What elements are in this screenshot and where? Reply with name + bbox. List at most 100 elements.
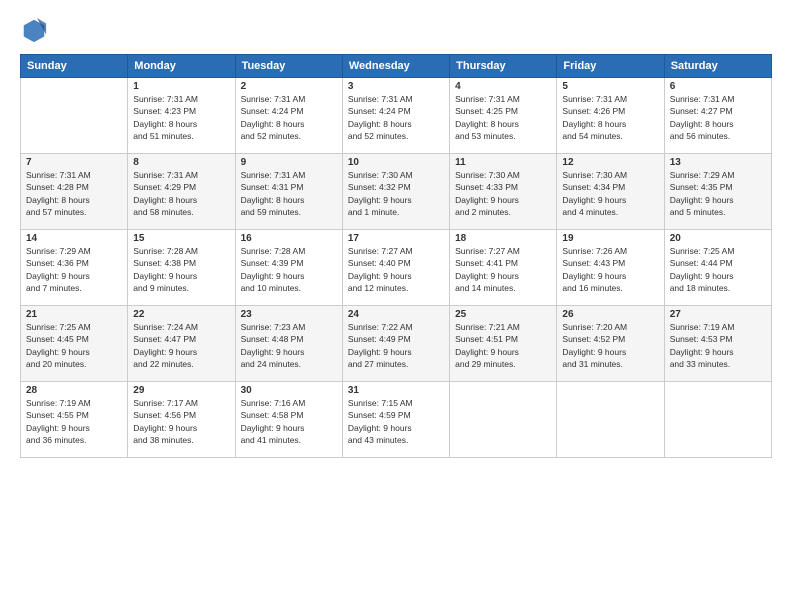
day-cell: 21Sunrise: 7:25 AM Sunset: 4:45 PM Dayli…	[21, 306, 128, 382]
day-number: 28	[26, 385, 122, 396]
day-cell: 23Sunrise: 7:23 AM Sunset: 4:48 PM Dayli…	[235, 306, 342, 382]
day-info: Sunrise: 7:31 AM Sunset: 4:31 PM Dayligh…	[241, 169, 337, 218]
week-row-3: 14Sunrise: 7:29 AM Sunset: 4:36 PM Dayli…	[21, 230, 772, 306]
day-info: Sunrise: 7:15 AM Sunset: 4:59 PM Dayligh…	[348, 397, 444, 446]
day-cell: 6Sunrise: 7:31 AM Sunset: 4:27 PM Daylig…	[664, 78, 771, 154]
day-header-tuesday: Tuesday	[235, 55, 342, 78]
day-info: Sunrise: 7:31 AM Sunset: 4:26 PM Dayligh…	[562, 93, 658, 142]
day-cell: 17Sunrise: 7:27 AM Sunset: 4:40 PM Dayli…	[342, 230, 449, 306]
day-number: 5	[562, 81, 658, 92]
day-number: 30	[241, 385, 337, 396]
day-info: Sunrise: 7:21 AM Sunset: 4:51 PM Dayligh…	[455, 321, 551, 370]
day-number: 13	[670, 157, 766, 168]
day-cell: 11Sunrise: 7:30 AM Sunset: 4:33 PM Dayli…	[450, 154, 557, 230]
day-number: 7	[26, 157, 122, 168]
day-number: 21	[26, 309, 122, 320]
week-row-1: 1Sunrise: 7:31 AM Sunset: 4:23 PM Daylig…	[21, 78, 772, 154]
day-cell: 14Sunrise: 7:29 AM Sunset: 4:36 PM Dayli…	[21, 230, 128, 306]
day-cell	[450, 382, 557, 458]
day-info: Sunrise: 7:27 AM Sunset: 4:40 PM Dayligh…	[348, 245, 444, 294]
day-info: Sunrise: 7:31 AM Sunset: 4:27 PM Dayligh…	[670, 93, 766, 142]
day-info: Sunrise: 7:31 AM Sunset: 4:24 PM Dayligh…	[348, 93, 444, 142]
week-row-5: 28Sunrise: 7:19 AM Sunset: 4:55 PM Dayli…	[21, 382, 772, 458]
day-number: 31	[348, 385, 444, 396]
day-cell: 29Sunrise: 7:17 AM Sunset: 4:56 PM Dayli…	[128, 382, 235, 458]
day-header-monday: Monday	[128, 55, 235, 78]
day-cell: 3Sunrise: 7:31 AM Sunset: 4:24 PM Daylig…	[342, 78, 449, 154]
day-number: 1	[133, 81, 229, 92]
day-cell: 5Sunrise: 7:31 AM Sunset: 4:26 PM Daylig…	[557, 78, 664, 154]
day-cell: 12Sunrise: 7:30 AM Sunset: 4:34 PM Dayli…	[557, 154, 664, 230]
page: SundayMondayTuesdayWednesdayThursdayFrid…	[0, 0, 792, 612]
day-number: 6	[670, 81, 766, 92]
day-number: 17	[348, 233, 444, 244]
week-row-4: 21Sunrise: 7:25 AM Sunset: 4:45 PM Dayli…	[21, 306, 772, 382]
day-cell: 26Sunrise: 7:20 AM Sunset: 4:52 PM Dayli…	[557, 306, 664, 382]
day-cell: 10Sunrise: 7:30 AM Sunset: 4:32 PM Dayli…	[342, 154, 449, 230]
day-header-wednesday: Wednesday	[342, 55, 449, 78]
day-info: Sunrise: 7:31 AM Sunset: 4:25 PM Dayligh…	[455, 93, 551, 142]
day-info: Sunrise: 7:31 AM Sunset: 4:23 PM Dayligh…	[133, 93, 229, 142]
day-info: Sunrise: 7:16 AM Sunset: 4:58 PM Dayligh…	[241, 397, 337, 446]
day-cell: 16Sunrise: 7:28 AM Sunset: 4:39 PM Dayli…	[235, 230, 342, 306]
day-cell: 8Sunrise: 7:31 AM Sunset: 4:29 PM Daylig…	[128, 154, 235, 230]
day-number: 25	[455, 309, 551, 320]
day-number: 24	[348, 309, 444, 320]
day-info: Sunrise: 7:25 AM Sunset: 4:45 PM Dayligh…	[26, 321, 122, 370]
day-cell: 22Sunrise: 7:24 AM Sunset: 4:47 PM Dayli…	[128, 306, 235, 382]
days-header-row: SundayMondayTuesdayWednesdayThursdayFrid…	[21, 55, 772, 78]
day-number: 12	[562, 157, 658, 168]
day-info: Sunrise: 7:30 AM Sunset: 4:34 PM Dayligh…	[562, 169, 658, 218]
day-info: Sunrise: 7:30 AM Sunset: 4:32 PM Dayligh…	[348, 169, 444, 218]
day-number: 4	[455, 81, 551, 92]
day-cell: 19Sunrise: 7:26 AM Sunset: 4:43 PM Dayli…	[557, 230, 664, 306]
day-header-friday: Friday	[557, 55, 664, 78]
day-info: Sunrise: 7:24 AM Sunset: 4:47 PM Dayligh…	[133, 321, 229, 370]
day-number: 23	[241, 309, 337, 320]
day-info: Sunrise: 7:31 AM Sunset: 4:29 PM Dayligh…	[133, 169, 229, 218]
day-cell: 31Sunrise: 7:15 AM Sunset: 4:59 PM Dayli…	[342, 382, 449, 458]
day-number: 27	[670, 309, 766, 320]
day-cell: 27Sunrise: 7:19 AM Sunset: 4:53 PM Dayli…	[664, 306, 771, 382]
day-cell: 2Sunrise: 7:31 AM Sunset: 4:24 PM Daylig…	[235, 78, 342, 154]
day-number: 14	[26, 233, 122, 244]
day-cell: 18Sunrise: 7:27 AM Sunset: 4:41 PM Dayli…	[450, 230, 557, 306]
day-header-thursday: Thursday	[450, 55, 557, 78]
day-info: Sunrise: 7:20 AM Sunset: 4:52 PM Dayligh…	[562, 321, 658, 370]
day-cell: 30Sunrise: 7:16 AM Sunset: 4:58 PM Dayli…	[235, 382, 342, 458]
day-info: Sunrise: 7:19 AM Sunset: 4:53 PM Dayligh…	[670, 321, 766, 370]
day-info: Sunrise: 7:31 AM Sunset: 4:24 PM Dayligh…	[241, 93, 337, 142]
day-info: Sunrise: 7:28 AM Sunset: 4:39 PM Dayligh…	[241, 245, 337, 294]
week-row-2: 7Sunrise: 7:31 AM Sunset: 4:28 PM Daylig…	[21, 154, 772, 230]
day-info: Sunrise: 7:27 AM Sunset: 4:41 PM Dayligh…	[455, 245, 551, 294]
day-cell	[21, 78, 128, 154]
day-number: 16	[241, 233, 337, 244]
day-cell	[557, 382, 664, 458]
calendar-table: SundayMondayTuesdayWednesdayThursdayFrid…	[20, 54, 772, 458]
day-number: 22	[133, 309, 229, 320]
day-info: Sunrise: 7:28 AM Sunset: 4:38 PM Dayligh…	[133, 245, 229, 294]
day-number: 2	[241, 81, 337, 92]
day-info: Sunrise: 7:30 AM Sunset: 4:33 PM Dayligh…	[455, 169, 551, 218]
day-number: 29	[133, 385, 229, 396]
day-info: Sunrise: 7:29 AM Sunset: 4:36 PM Dayligh…	[26, 245, 122, 294]
day-cell: 13Sunrise: 7:29 AM Sunset: 4:35 PM Dayli…	[664, 154, 771, 230]
day-number: 20	[670, 233, 766, 244]
day-info: Sunrise: 7:26 AM Sunset: 4:43 PM Dayligh…	[562, 245, 658, 294]
day-info: Sunrise: 7:25 AM Sunset: 4:44 PM Dayligh…	[670, 245, 766, 294]
day-info: Sunrise: 7:29 AM Sunset: 4:35 PM Dayligh…	[670, 169, 766, 218]
day-info: Sunrise: 7:17 AM Sunset: 4:56 PM Dayligh…	[133, 397, 229, 446]
day-cell: 20Sunrise: 7:25 AM Sunset: 4:44 PM Dayli…	[664, 230, 771, 306]
day-number: 26	[562, 309, 658, 320]
day-number: 19	[562, 233, 658, 244]
day-number: 3	[348, 81, 444, 92]
day-number: 9	[241, 157, 337, 168]
day-info: Sunrise: 7:19 AM Sunset: 4:55 PM Dayligh…	[26, 397, 122, 446]
logo-icon	[20, 16, 48, 44]
day-number: 8	[133, 157, 229, 168]
day-number: 15	[133, 233, 229, 244]
day-number: 18	[455, 233, 551, 244]
day-cell: 15Sunrise: 7:28 AM Sunset: 4:38 PM Dayli…	[128, 230, 235, 306]
day-cell: 9Sunrise: 7:31 AM Sunset: 4:31 PM Daylig…	[235, 154, 342, 230]
day-number: 11	[455, 157, 551, 168]
